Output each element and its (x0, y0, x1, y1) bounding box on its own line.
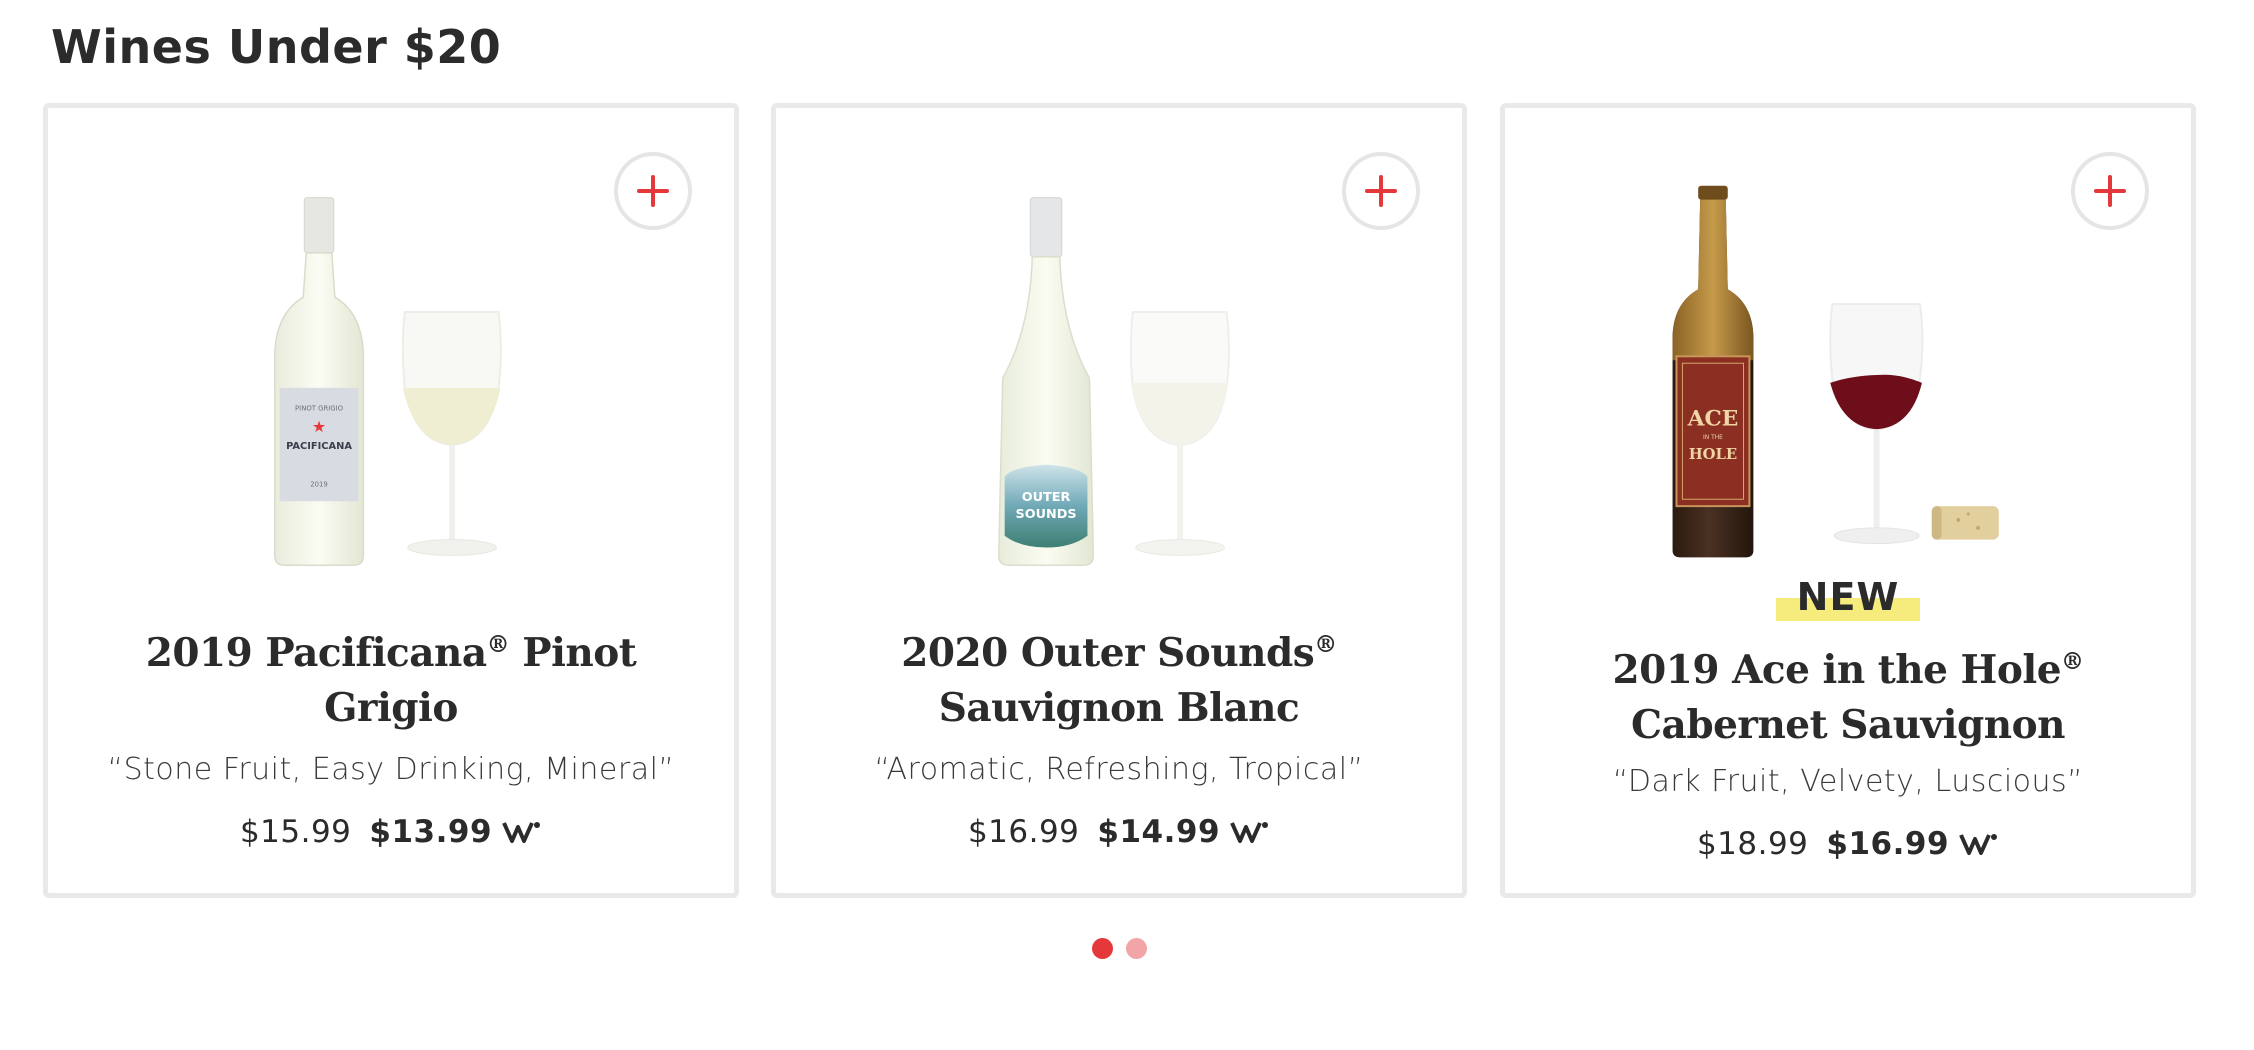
product-name[interactable]: 2020 Outer Sounds® Sauvignon Blanc (816, 626, 1422, 736)
price-member: $14.99 (1097, 814, 1221, 850)
product-card-ace-in-the-hole-cabernet-sauvignon[interactable]: ACE IN THE HOLE NEW 2019 Ace in the Hole… (1500, 103, 2196, 898)
label-text: 2019 (310, 480, 328, 488)
price-member: $13.99 (369, 814, 493, 850)
winc-member-icon (1959, 834, 1998, 855)
product-image: OUTER SOUNDS (998, 197, 1230, 567)
product-name[interactable]: 2019 Pacificana® Pinot Grigio (88, 626, 694, 736)
winc-member-icon (502, 822, 541, 843)
product-card-outer-sounds-sauvignon-blanc[interactable]: OUTER SOUNDS 2020 Outer Sounds® Sauvigno… (771, 103, 1467, 898)
wine-bottle-image: PINOT GRIGIO ★ PACIFICANA 2019 (273, 197, 365, 567)
winc-member-icon (1230, 822, 1269, 843)
label-text: HOLE (1689, 446, 1737, 463)
label-text: IN THE (1703, 435, 1723, 441)
product-tagline: “Stone Fruit, Easy Drinking, Mineral” (107, 752, 675, 787)
product-image: PINOT GRIGIO ★ PACIFICANA 2019 (273, 197, 502, 567)
wine-glass-image (1829, 303, 1924, 545)
price-row: $18.99 $16.99 (1505, 826, 2191, 862)
wine-glass-image (1129, 310, 1230, 556)
product-tagline: “Dark Fruit, Velvety, Luscious” (1612, 764, 2084, 799)
wine-bottle-image: OUTER SOUNDS (998, 197, 1095, 567)
label-text: PINOT GRIGIO (295, 405, 344, 413)
new-badge: NEW (1776, 578, 1920, 621)
price-original: $16.99 (967, 814, 1080, 850)
label-text: OUTER (1022, 490, 1071, 505)
cork-image (1931, 506, 1999, 540)
price-row: $16.99 $14.99 (776, 814, 1462, 850)
carousel-pagination (1092, 938, 1152, 962)
price-original: $15.99 (239, 814, 352, 850)
label-text: ACE (1687, 406, 1739, 431)
wine-glass-image (401, 310, 502, 556)
price-row: $15.99 $13.99 (48, 814, 734, 850)
wine-bottle-image: ACE IN THE HOLE (1672, 185, 1754, 558)
carousel-dot-2[interactable] (1126, 938, 1147, 959)
carousel-dot-1-active[interactable] (1092, 938, 1113, 959)
label-text: SOUNDS (1016, 507, 1077, 522)
price-member: $16.99 (1826, 826, 1950, 862)
section-title: Wines Under $20 (51, 20, 502, 74)
product-card-pacificana-pinot-grigio[interactable]: PINOT GRIGIO ★ PACIFICANA 2019 2019 Paci… (43, 103, 739, 898)
price-original: $18.99 (1696, 826, 1809, 862)
product-name[interactable]: 2019 Ace in the Hole® Cabernet Sauvignon (1545, 643, 2151, 753)
product-image: ACE IN THE HOLE (1672, 185, 1999, 558)
svg-text:★: ★ (312, 417, 326, 436)
product-tagline: “Aromatic, Refreshing, Tropical” (874, 752, 1364, 787)
label-text: PACIFICANA (286, 441, 352, 452)
